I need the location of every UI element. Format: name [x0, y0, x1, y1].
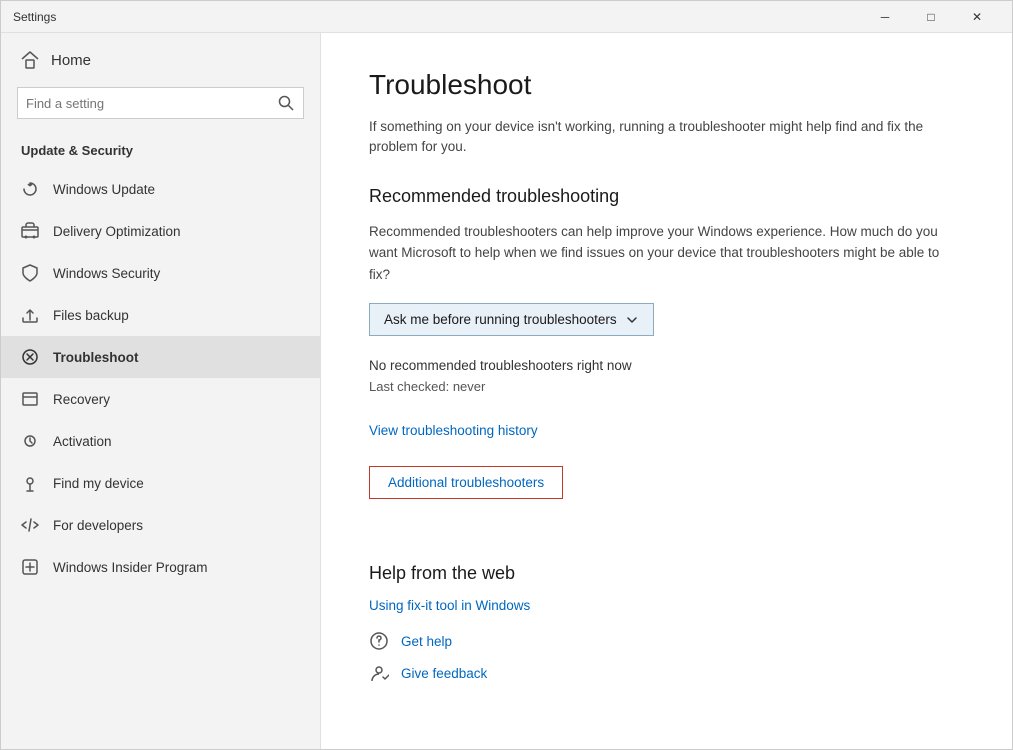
sidebar-label-recovery: Recovery	[53, 392, 110, 407]
insider-icon	[21, 558, 39, 576]
sidebar-item-windows-update[interactable]: Windows Update	[1, 168, 320, 210]
give-feedback-icon	[369, 663, 389, 683]
sidebar-section-title: Update & Security	[1, 135, 320, 168]
update-icon	[21, 180, 39, 198]
search-icon	[277, 94, 295, 112]
titlebar-controls: ─ □ ✕	[862, 1, 1000, 33]
recovery-icon	[21, 390, 39, 408]
sidebar-item-for-developers[interactable]: For developers	[1, 504, 320, 546]
page-description: If something on your device isn't workin…	[369, 117, 964, 158]
get-help-action: Get help	[369, 631, 964, 651]
sidebar-home-label: Home	[51, 52, 91, 69]
titlebar-title: Settings	[13, 10, 862, 24]
developers-icon	[21, 516, 39, 534]
search-input[interactable]	[26, 96, 277, 111]
troubleshoot-dropdown[interactable]: Ask me before running troubleshooters	[369, 303, 654, 336]
dropdown-label: Ask me before running troubleshooters	[384, 312, 617, 327]
sidebar-item-troubleshoot[interactable]: Troubleshoot	[1, 336, 320, 378]
maximize-button[interactable]: □	[908, 1, 954, 33]
sidebar-label-windows-update: Windows Update	[53, 182, 155, 197]
chevron-down-icon	[625, 313, 639, 327]
recommended-section-title: Recommended troubleshooting	[369, 186, 964, 207]
page-title: Troubleshoot	[369, 69, 964, 101]
sidebar-label-troubleshoot: Troubleshoot	[53, 350, 139, 365]
titlebar: Settings ─ □ ✕	[1, 1, 1012, 33]
delivery-icon	[21, 222, 39, 240]
sidebar-label-delivery-optimization: Delivery Optimization	[53, 224, 181, 239]
sidebar-label-find-my-device: Find my device	[53, 476, 144, 491]
sidebar-item-delivery-optimization[interactable]: Delivery Optimization	[1, 210, 320, 252]
main-content: Troubleshoot If something on your device…	[321, 33, 1012, 749]
get-help-icon	[369, 631, 389, 651]
minimize-button[interactable]: ─	[862, 1, 908, 33]
troubleshoot-icon	[21, 348, 39, 366]
give-feedback-action: Give feedback	[369, 663, 964, 683]
sidebar-item-recovery[interactable]: Recovery	[1, 378, 320, 420]
sidebar-item-activation[interactable]: Activation	[1, 420, 320, 462]
sidebar-item-find-my-device[interactable]: Find my device	[1, 462, 320, 504]
sidebar-label-windows-insider: Windows Insider Program	[53, 560, 208, 575]
sidebar-item-windows-insider[interactable]: Windows Insider Program	[1, 546, 320, 588]
sidebar-label-files-backup: Files backup	[53, 308, 129, 323]
security-icon	[21, 264, 39, 282]
backup-icon	[21, 306, 39, 324]
status-sub: Last checked: never	[369, 379, 964, 394]
status-text: No recommended troubleshooters right now	[369, 358, 964, 373]
history-link[interactable]: View troubleshooting history	[369, 423, 538, 438]
additional-troubleshooters-link[interactable]: Additional troubleshooters	[369, 466, 563, 499]
help-section-title: Help from the web	[369, 563, 964, 584]
sidebar-label-for-developers: For developers	[53, 518, 143, 533]
sidebar-item-home[interactable]: Home	[1, 33, 320, 83]
activation-icon	[21, 432, 39, 450]
settings-window: Settings ─ □ ✕ Home	[0, 0, 1013, 750]
sidebar-item-windows-security[interactable]: Windows Security	[1, 252, 320, 294]
sidebar-search-box[interactable]	[17, 87, 304, 119]
sidebar-label-activation: Activation	[53, 434, 112, 449]
get-help-text[interactable]: Get help	[401, 634, 452, 649]
close-button[interactable]: ✕	[954, 1, 1000, 33]
find-icon	[21, 474, 39, 492]
sidebar: Home Update & Security	[1, 33, 321, 749]
sidebar-item-files-backup[interactable]: Files backup	[1, 294, 320, 336]
home-icon	[21, 51, 39, 69]
recommended-description: Recommended troubleshooters can help imp…	[369, 221, 964, 286]
give-feedback-text[interactable]: Give feedback	[401, 666, 487, 681]
sidebar-label-windows-security: Windows Security	[53, 266, 160, 281]
fix-link[interactable]: Using fix-it tool in Windows	[369, 598, 964, 613]
content-area: Home Update & Security	[1, 33, 1012, 749]
